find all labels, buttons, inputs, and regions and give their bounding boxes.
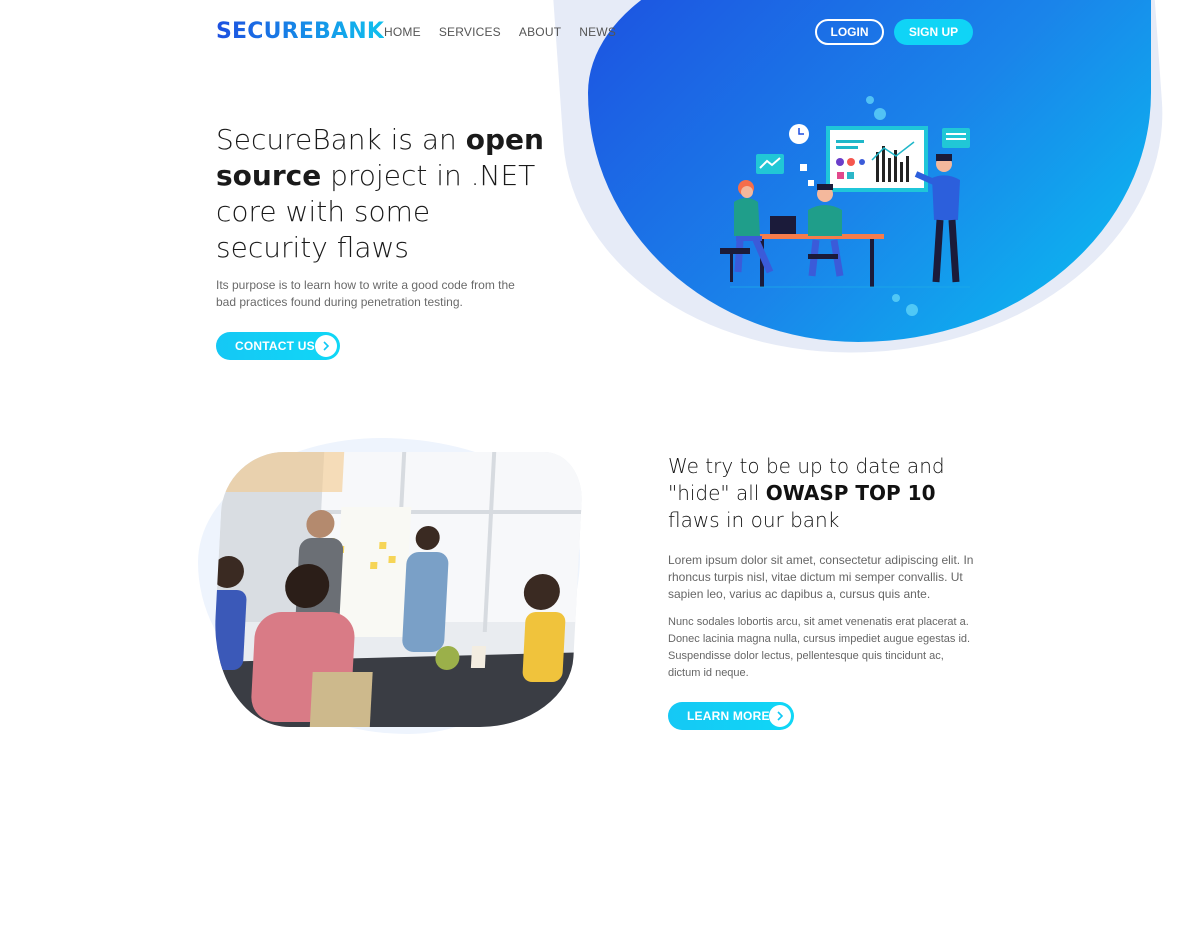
chevron-right-icon <box>769 705 791 727</box>
section-title-emphasis: OWASP TOP 10 <box>765 481 936 505</box>
learn-more-button[interactable]: LEARN MORE <box>668 702 794 730</box>
contact-us-button[interactable]: CONTACT US <box>216 332 340 360</box>
hero-subtitle: Its purpose is to learn how to write a g… <box>216 278 515 309</box>
chevron-right-icon <box>315 335 337 357</box>
brand-logo[interactable]: SECUREBANK <box>216 19 384 44</box>
section-title: We try to be up to date and "hide" all O… <box>668 453 978 534</box>
section-title-part-3: flaws in our bank <box>668 508 840 532</box>
main-nav: HOME SERVICES ABOUT NEWS <box>384 25 616 39</box>
hero-title-part-1: SecureBank is an <box>216 123 466 156</box>
nav-about[interactable]: ABOUT <box>519 25 561 39</box>
nav-news[interactable]: NEWS <box>579 25 616 39</box>
nav-services[interactable]: SERVICES <box>439 25 501 39</box>
team-meeting-illustration <box>700 90 980 320</box>
section-paragraph-1: Lorem ipsum dolor sit amet, consectetur … <box>668 553 974 601</box>
signup-button[interactable]: SIGN UP <box>894 19 973 45</box>
learn-more-label: LEARN MORE <box>687 709 770 723</box>
section-paragraph-2: Nunc sodales lobortis arcu, sit amet ven… <box>668 616 971 679</box>
login-button[interactable]: LOGIN <box>815 19 884 45</box>
office-meeting-photo <box>209 452 585 727</box>
hero-title: SecureBank is an open source project in … <box>216 122 546 266</box>
contact-us-label: CONTACT US <box>235 339 315 353</box>
nav-home[interactable]: HOME <box>384 25 421 39</box>
